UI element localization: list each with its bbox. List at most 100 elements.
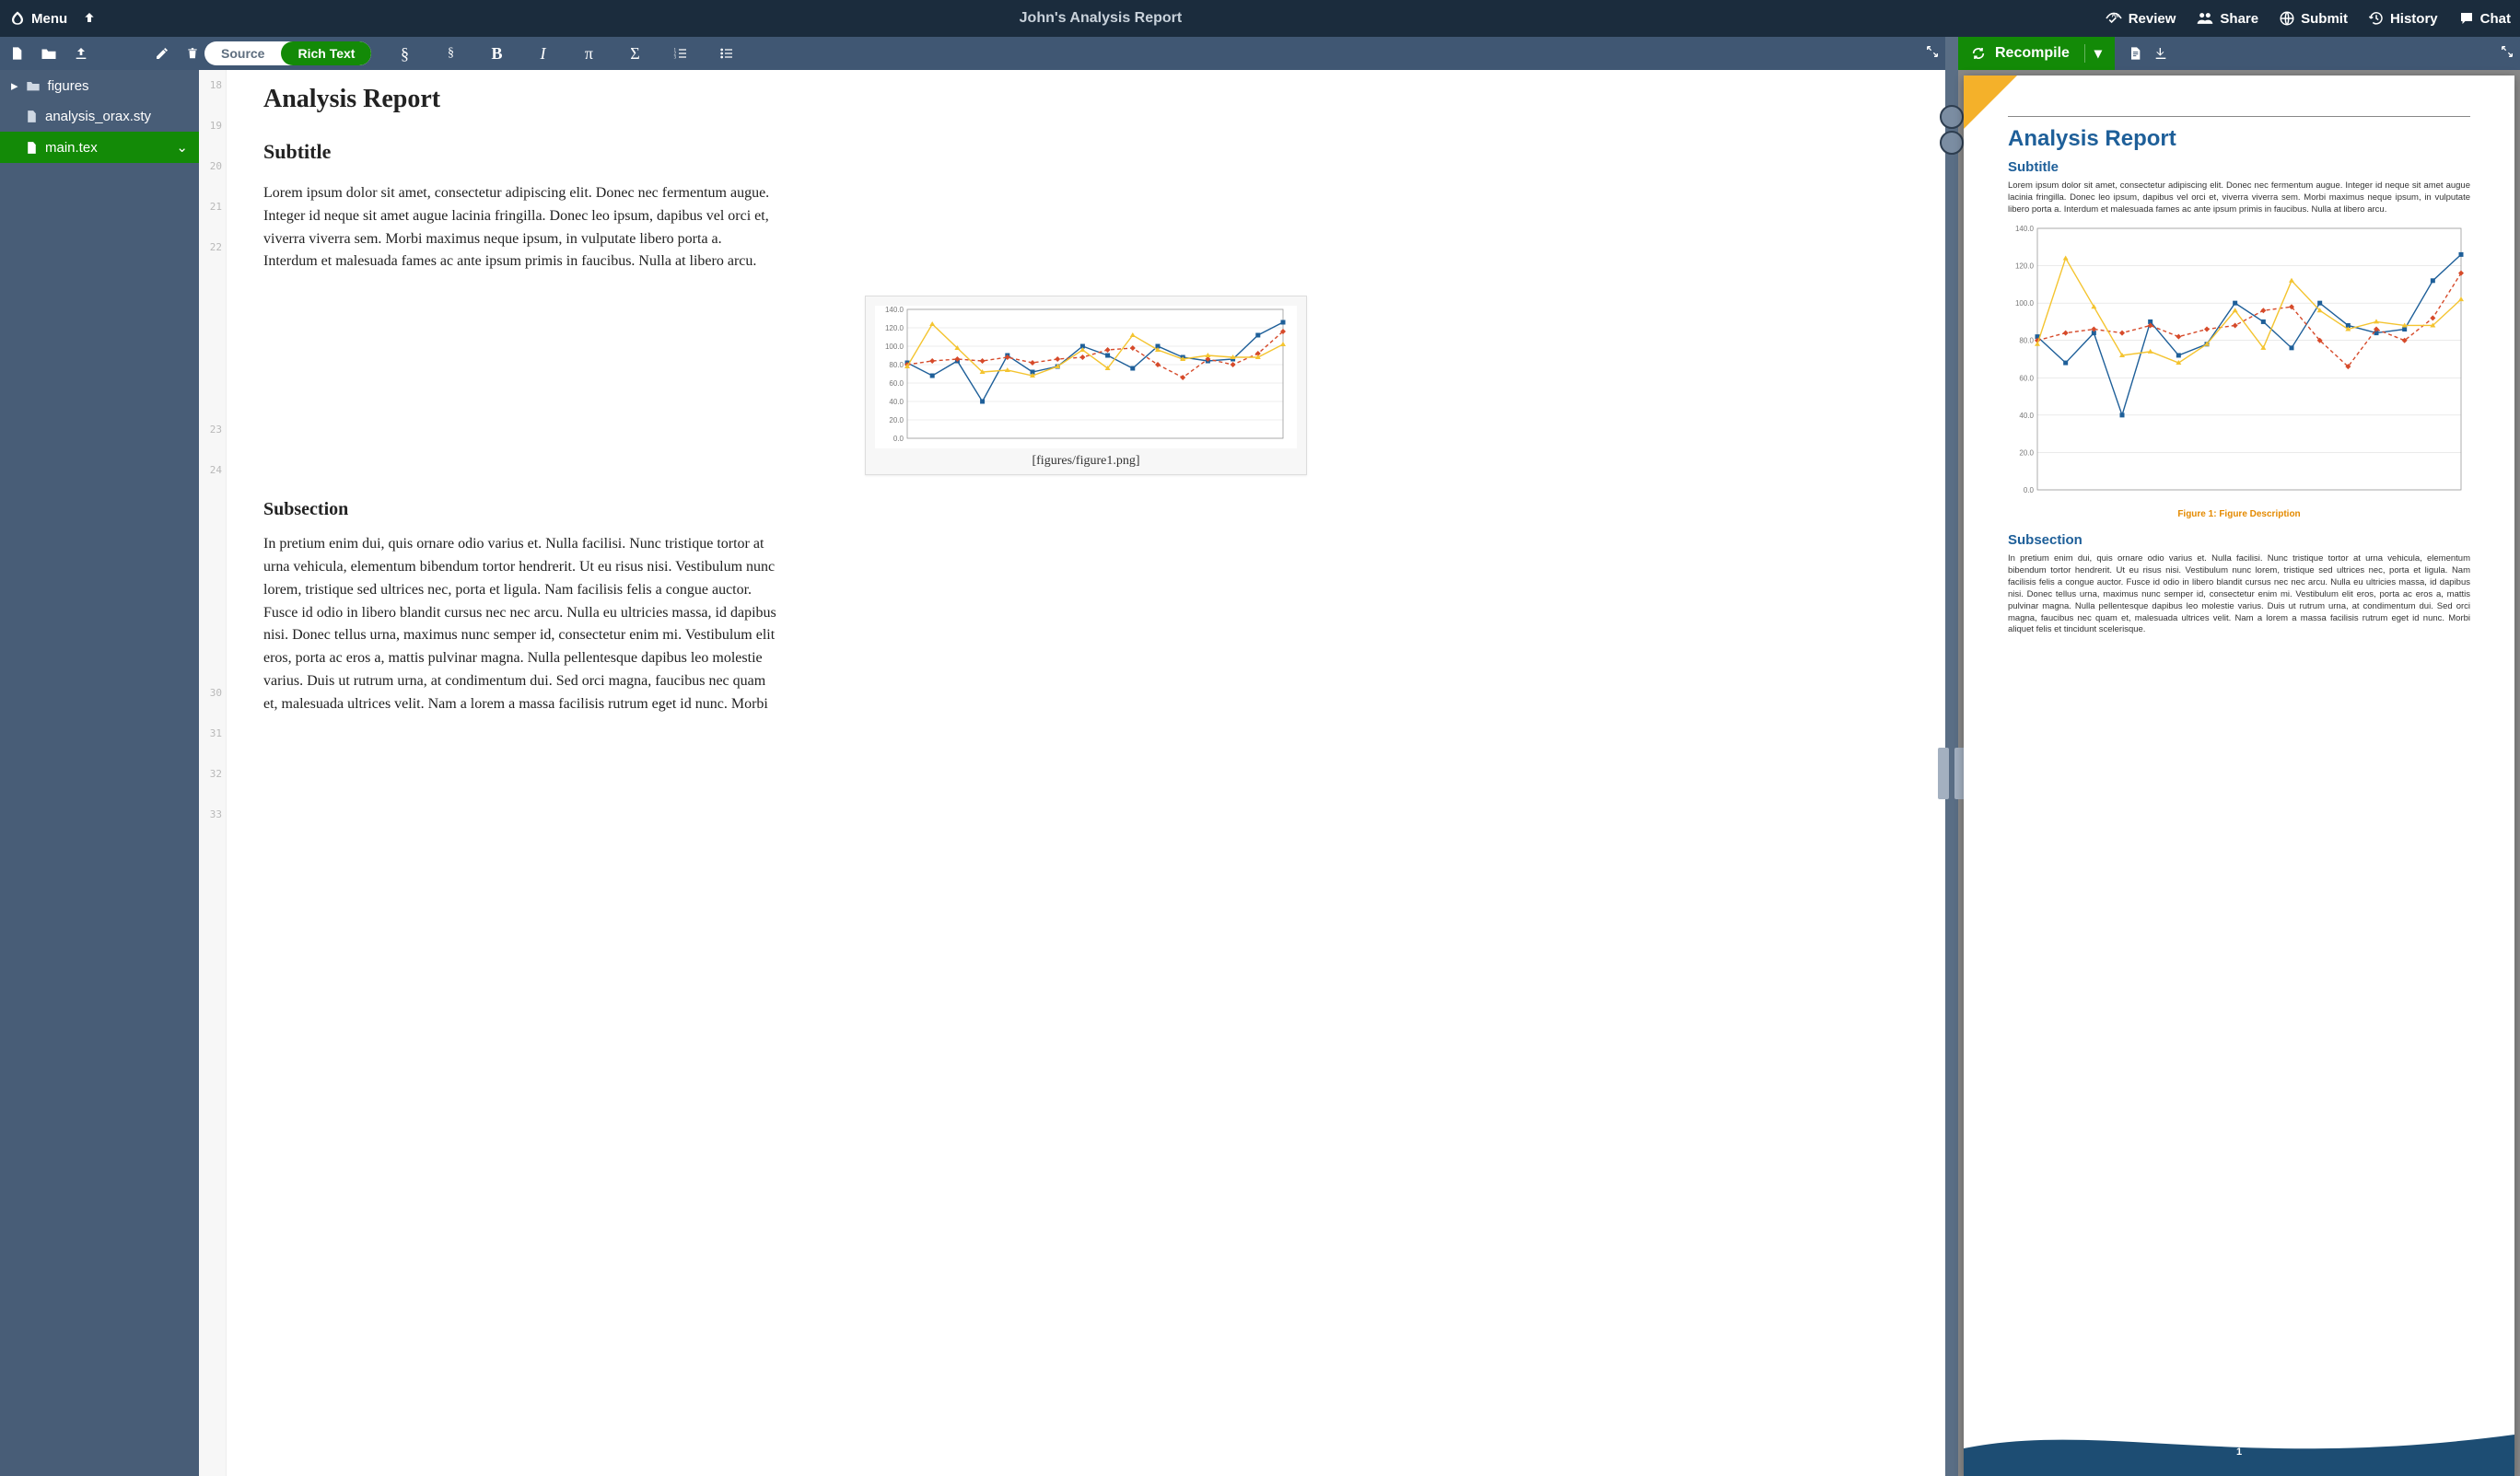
svg-text:120.0: 120.0 bbox=[885, 324, 904, 332]
pdf-figure-caption: Figure 1: Figure Description bbox=[2008, 509, 2470, 519]
svg-text:100.0: 100.0 bbox=[885, 343, 904, 351]
source-mode-button[interactable]: Source bbox=[204, 41, 281, 65]
submit-button[interactable]: Submit bbox=[2279, 10, 2348, 27]
file-sty[interactable]: analysis_orax.sty bbox=[0, 101, 199, 132]
file-icon bbox=[26, 110, 38, 123]
svg-text:0.0: 0.0 bbox=[893, 435, 904, 443]
svg-text:60.0: 60.0 bbox=[889, 379, 904, 388]
recompile-dropdown[interactable]: ▾ bbox=[2084, 44, 2102, 63]
doc-title: Analysis Report bbox=[263, 85, 1908, 114]
figure-path: [figures/figure1.png] bbox=[875, 448, 1297, 471]
figure-chart: 0.0 20.0 40.0 60.0 80.0 100.0 120.0 140.0 bbox=[883, 306, 1289, 444]
italic-icon[interactable]: I bbox=[530, 41, 555, 66]
pi-icon[interactable]: π bbox=[576, 41, 601, 66]
bold-icon[interactable]: B bbox=[484, 41, 509, 66]
people-icon bbox=[2196, 11, 2214, 26]
logs-icon[interactable] bbox=[2122, 41, 2148, 66]
history-icon bbox=[2368, 10, 2385, 27]
sigma-icon[interactable]: Σ bbox=[622, 41, 648, 66]
share-label: Share bbox=[2220, 11, 2258, 27]
new-file-icon[interactable] bbox=[9, 46, 24, 61]
home-up-icon[interactable] bbox=[82, 11, 97, 26]
recompile-label: Recompile bbox=[1995, 45, 2070, 62]
doc-para1: Lorem ipsum dolor sit amet, consectetur … bbox=[263, 182, 779, 273]
figure-placeholder: 0.0 20.0 40.0 60.0 80.0 100.0 120.0 140.0 [figu… bbox=[865, 296, 1307, 475]
file-icon bbox=[26, 141, 38, 155]
review-label: Review bbox=[2129, 11, 2176, 27]
pdf-subsection: Subsection bbox=[2008, 532, 2470, 548]
share-button[interactable]: Share bbox=[2196, 11, 2258, 27]
editor-mode-toggle[interactable]: Source Rich Text bbox=[204, 41, 371, 65]
svg-text:80.0: 80.0 bbox=[889, 361, 904, 369]
pdf-para1: Lorem ipsum dolor sit amet, consectetur … bbox=[2008, 180, 2470, 215]
chat-icon bbox=[2458, 10, 2475, 27]
file-main-tex[interactable]: main.tex ⌄ bbox=[0, 132, 199, 163]
chat-label: Chat bbox=[2480, 11, 2511, 27]
file-label: analysis_orax.sty bbox=[45, 109, 151, 124]
doc-subsection: Subsection bbox=[263, 499, 1908, 520]
recompile-button[interactable]: Recompile ▾ bbox=[1958, 37, 2115, 70]
history-button[interactable]: History bbox=[2368, 10, 2438, 27]
pdf-page[interactable]: Analysis Report Subtitle Lorem ipsum dol… bbox=[1964, 76, 2514, 1476]
chat-button[interactable]: Chat bbox=[2458, 10, 2511, 27]
subsection-icon[interactable]: § bbox=[438, 41, 463, 66]
doc-para2: In pretium enim dui, quis ornare odio va… bbox=[263, 533, 779, 715]
pdf-chart: 0.0 20.0 40.0 60.0 80.0 100.0 120.0 140.0 bbox=[2008, 223, 2468, 499]
pane-divider[interactable] bbox=[1945, 70, 1958, 1476]
history-label: History bbox=[2390, 11, 2438, 27]
expand-preview-icon[interactable] bbox=[2494, 44, 2520, 64]
file-tree: ▸ figures analysis_orax.sty main.tex ⌄ bbox=[0, 70, 199, 1476]
rename-icon[interactable] bbox=[155, 46, 169, 61]
expand-editor-icon[interactable] bbox=[1919, 44, 1945, 64]
svg-text:Ab: Ab bbox=[2111, 12, 2119, 18]
new-folder-icon[interactable] bbox=[41, 46, 57, 61]
svg-text:40.0: 40.0 bbox=[889, 398, 904, 406]
folder-label: figures bbox=[48, 78, 89, 94]
folder-icon bbox=[26, 79, 41, 92]
section-icon[interactable]: § bbox=[391, 41, 417, 66]
svg-text:60.0: 60.0 bbox=[2019, 375, 2034, 383]
corner-fold-icon bbox=[1964, 76, 2017, 129]
svg-text:80.0: 80.0 bbox=[2019, 337, 2034, 345]
svg-text:20.0: 20.0 bbox=[889, 416, 904, 424]
svg-text:140.0: 140.0 bbox=[885, 306, 904, 314]
rich-text-document[interactable]: Analysis Report Subtitle Lorem ipsum dol… bbox=[227, 70, 1945, 1476]
overleaf-logo-icon bbox=[9, 10, 26, 27]
svg-text:20.0: 20.0 bbox=[2019, 449, 2034, 458]
pdf-title: Analysis Report bbox=[2008, 126, 2470, 152]
menu-button[interactable]: Menu bbox=[9, 10, 67, 27]
doc-subtitle: Subtitle bbox=[263, 140, 1908, 164]
svg-text:3: 3 bbox=[674, 55, 677, 60]
file-label: main.tex bbox=[45, 140, 98, 156]
upload-icon[interactable] bbox=[74, 46, 88, 61]
folder-figures[interactable]: ▸ figures bbox=[0, 70, 199, 101]
svg-text:120.0: 120.0 bbox=[2015, 262, 2035, 271]
pdf-subtitle: Subtitle bbox=[2008, 159, 2470, 175]
download-pdf-icon[interactable] bbox=[2148, 41, 2174, 66]
globe-icon bbox=[2279, 10, 2295, 27]
editor-pane: 1819202122232430313233 Analysis Report S… bbox=[199, 70, 1945, 1476]
topbar: Menu John's Analysis Report Ab Review Sh… bbox=[0, 0, 2520, 37]
submit-label: Submit bbox=[2301, 11, 2348, 27]
delete-icon[interactable] bbox=[186, 46, 199, 61]
refresh-icon bbox=[1971, 46, 1986, 61]
numbered-list-icon[interactable]: 123 bbox=[668, 41, 694, 66]
editor-toolbar: Source Rich Text § § B I π Σ 123 Recompi… bbox=[0, 37, 2520, 70]
review-button[interactable]: Ab Review bbox=[2105, 11, 2176, 27]
chevron-down-icon[interactable]: ⌄ bbox=[176, 139, 188, 156]
svg-text:0.0: 0.0 bbox=[2024, 486, 2035, 494]
pdf-preview-pane: Analysis Report Subtitle Lorem ipsum dol… bbox=[1958, 70, 2520, 1476]
svg-text:140.0: 140.0 bbox=[2015, 225, 2035, 233]
review-icon: Ab bbox=[2105, 11, 2123, 26]
line-gutter: 1819202122232430313233 bbox=[199, 70, 227, 1476]
menu-label: Menu bbox=[31, 11, 67, 27]
svg-text:40.0: 40.0 bbox=[2019, 412, 2034, 420]
pdf-para2: In pretium enim dui, quis ornare odio va… bbox=[2008, 553, 2470, 636]
svg-text:100.0: 100.0 bbox=[2015, 300, 2035, 308]
collapse-left-handle[interactable] bbox=[1938, 748, 1949, 799]
bullet-list-icon[interactable] bbox=[714, 41, 740, 66]
chevron-right-icon: ▸ bbox=[11, 77, 18, 94]
project-title: John's Analysis Report bbox=[97, 10, 2105, 27]
page-number: 1 bbox=[2236, 1447, 2242, 1458]
richtext-mode-button[interactable]: Rich Text bbox=[281, 41, 371, 65]
